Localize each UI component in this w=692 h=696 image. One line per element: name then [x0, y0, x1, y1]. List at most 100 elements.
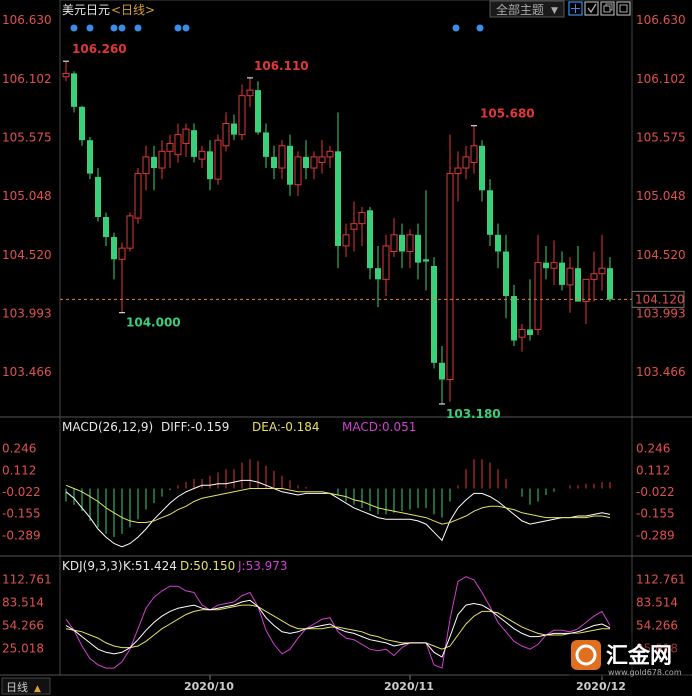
candle-body-up	[62, 72, 70, 78]
candle-body-down	[479, 145, 485, 191]
candle-body-down	[255, 90, 261, 133]
price-tick-left: 103.466	[2, 365, 52, 379]
candle-body-down	[271, 156, 277, 169]
candle-body-up	[358, 212, 366, 225]
price-tick-right: 105.575	[636, 130, 686, 144]
candle-body-down	[399, 234, 405, 252]
macd-tick-left: 0.112	[2, 463, 36, 477]
macd-tick-right: 0.112	[636, 463, 670, 477]
candle-body-up	[182, 128, 190, 145]
candle-body-up	[134, 173, 142, 219]
candle-body-up	[174, 134, 182, 156]
event-dot	[118, 24, 126, 32]
candle-body-up	[518, 328, 526, 338]
macd-tick-left: -0.155	[2, 507, 41, 521]
candle-body-up	[222, 123, 230, 147]
candle-body-up	[550, 262, 558, 269]
symbol-title: 美元日元	[62, 3, 110, 17]
price-tick-left: 106.102	[2, 72, 52, 86]
candle-body-down	[263, 132, 269, 157]
candle-body-down	[191, 130, 197, 157]
event-dot	[110, 24, 118, 32]
macd-tick-right: 0.246	[636, 442, 670, 456]
price-tick-right: 106.102	[636, 72, 686, 86]
forex-chart[interactable]: 美元日元 <日线> 全部主题 ▼ 106.630 106.630 106.102 10…	[0, 0, 692, 696]
macd-tick-left: -0.022	[2, 485, 41, 499]
kdj-tick-right: 83.514	[636, 595, 678, 609]
daily-period-label: 日线	[6, 680, 28, 694]
candle-body-down	[503, 251, 509, 297]
candle-body-down	[367, 210, 373, 269]
candle-body-down	[207, 151, 213, 180]
candle-body-down	[71, 73, 77, 107]
macd-tick-right: -0.289	[636, 528, 675, 542]
candle-body-up	[582, 278, 590, 303]
candle-body-up	[590, 273, 598, 280]
candle-body-down	[575, 268, 581, 302]
candle-body-down	[111, 237, 117, 260]
kdj-tick-right: 112.761	[636, 572, 686, 586]
event-dot	[134, 24, 142, 32]
kdj-tick-left: 25.018	[2, 641, 44, 655]
x-tick-label: 2020/10	[184, 680, 234, 693]
macd-diff-value: DIFF:-0.159	[161, 420, 229, 434]
candle-body-up	[454, 167, 462, 175]
candle-body-up	[350, 223, 358, 230]
candle-body-up	[390, 234, 398, 253]
candle-body-up	[198, 150, 206, 160]
candle-body-up	[342, 234, 350, 247]
triangle-up-icon: ▲	[34, 684, 41, 694]
price-tick-left: 103.993	[2, 306, 52, 320]
candle-body-down	[415, 234, 421, 263]
candle-body-down	[79, 106, 85, 141]
candle-body-down	[231, 123, 237, 135]
period-label: <日线>	[111, 3, 155, 17]
candle-body-up	[566, 267, 574, 286]
kdj-tick-right: 54.266	[636, 618, 678, 632]
annotation-label: 106.260	[72, 42, 127, 56]
candle-body-down	[335, 151, 341, 246]
candle-body-up	[166, 143, 174, 152]
candle-body-down	[303, 156, 309, 169]
candle-body-down	[559, 262, 565, 285]
event-dot	[174, 24, 182, 32]
candle-body-down	[543, 262, 549, 269]
candle-body-down	[495, 234, 501, 252]
theme-dropdown[interactable]: 全部主题 ▼	[489, 0, 565, 18]
candle-body-up	[126, 215, 134, 249]
candle-body-down	[151, 156, 157, 169]
kdj-legend: KDJ(9,3,3) K:51.424 D:50.150 J:53.973	[62, 559, 288, 573]
price-tick-right: 106.630	[636, 13, 686, 27]
candle-body-down	[439, 362, 445, 380]
candle-body-down	[87, 140, 93, 174]
candle-body-up	[294, 156, 302, 186]
kdj-k-value: K:51.424	[123, 559, 177, 573]
candle-body-up	[118, 247, 126, 260]
candle-body-up	[246, 89, 254, 97]
candle-body-down	[95, 176, 101, 217]
candle-body-up	[318, 156, 326, 163]
kdj-d-value: D:50.150	[180, 559, 235, 573]
indicator-toggle[interactable]: 日线 ▲	[1, 677, 51, 695]
candle-body-up	[598, 267, 606, 275]
macd-title: MACD(26,12,9)	[62, 420, 153, 434]
candle-body-up	[158, 150, 166, 169]
candle-body-down	[103, 217, 109, 238]
annotation-label: 105.680	[480, 107, 535, 121]
price-tick-left: 104.520	[2, 248, 52, 262]
event-dot	[182, 24, 190, 32]
annotation-label: 106.110	[254, 59, 309, 73]
macd-tick-left: 0.246	[2, 442, 36, 456]
annotation-label: 104.000	[126, 316, 181, 330]
price-tick-right: 104.520	[636, 248, 686, 262]
logo-url: www.gold678.com	[608, 668, 682, 677]
event-dot	[70, 24, 78, 32]
x-tick-label: 2020/11	[384, 680, 434, 693]
price-tick-left: 105.575	[2, 130, 52, 144]
candle-body-down	[511, 296, 517, 341]
x-tick-label: 2020/12	[576, 680, 626, 693]
event-dot	[476, 24, 484, 32]
candle-body-up	[214, 139, 222, 180]
candle-body-up	[382, 245, 390, 280]
price-tick-right: 103.466	[636, 365, 686, 379]
